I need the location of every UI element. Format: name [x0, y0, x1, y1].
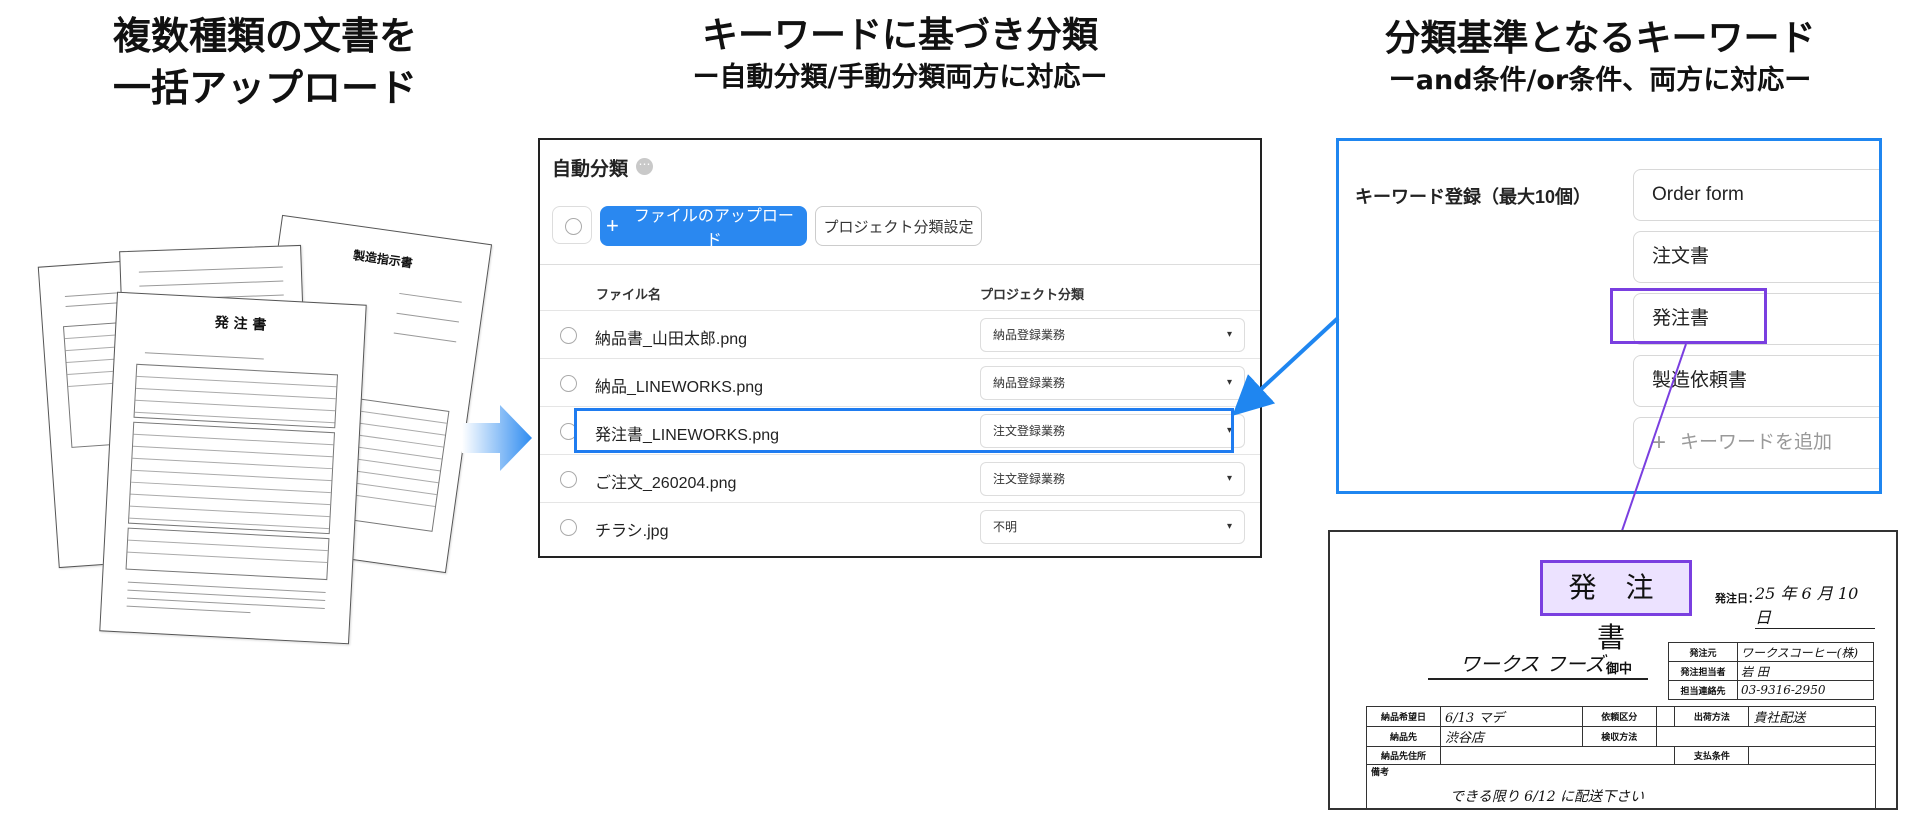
- table-row[interactable]: チラシ.jpg 不明 ▾: [540, 502, 1260, 551]
- order-form-document: 発 注 書 発注日： 25 年 6 月 10 日 ワークス フーズ 御中 発注元…: [1328, 530, 1898, 810]
- keyword-field[interactable]: 製造依頼書: [1633, 355, 1879, 407]
- remarks-value: できる限り 6/12 に配送下さい: [1450, 789, 1645, 805]
- table-row[interactable]: 納品_LINEWORKS.png 納品登録業務 ▾: [540, 358, 1260, 407]
- cell-value: [1655, 726, 1877, 747]
- file-name: ご注文_260204.png: [595, 475, 737, 492]
- keyword-registration-panel: キーワード登録（最大10個） Order form 注文書 発注書 製造依頼書 …: [1336, 138, 1882, 494]
- cell-value: [1748, 746, 1876, 765]
- cell-label: 納品先住所: [1366, 746, 1441, 765]
- table-row[interactable]: ご注文_260204.png 注文登録業務 ▾: [540, 454, 1260, 503]
- divider: [540, 264, 1260, 265]
- cell-value: 03-9316-2950: [1737, 680, 1874, 700]
- plus-icon: +: [1652, 429, 1667, 456]
- right-arrow-icon: [462, 405, 532, 471]
- chevron-down-icon: ▾: [1226, 473, 1232, 484]
- file-name: 納品書_山田太郎.png: [595, 331, 748, 348]
- auto-classification-panel: 自動分類 ⋯ + ファイルのアップロード プロジェクト分類設定 ファイル名 プロ…: [538, 138, 1262, 558]
- chevron-down-icon: ▾: [1226, 521, 1232, 532]
- cell-label: 備考: [1371, 768, 1390, 778]
- project-select[interactable]: 不明 ▾: [980, 510, 1245, 544]
- highlighted-keyword-outline: [1610, 288, 1767, 344]
- add-keyword-placeholder: キーワードを追加: [1680, 432, 1833, 453]
- select-all-checkbox[interactable]: [552, 206, 592, 244]
- order-date-label: 発注日：: [1715, 592, 1759, 605]
- heading-keyword-classification: キーワードに基づき分類 ー自動分類/手動分類両方に対応ー: [600, 12, 1200, 96]
- cell-value: [1439, 746, 1676, 765]
- heading-keyword-criteria: 分類基準となるキーワード ーand条件/or条件、両方に対応ー: [1340, 15, 1860, 99]
- keyword-field[interactable]: Order form: [1633, 169, 1879, 221]
- table-row: 発注元 ワークスコーヒー(株): [1668, 642, 1874, 662]
- heading-line2: 一括アップロード: [112, 66, 417, 110]
- table-row: 納品先住所 支払条件: [1366, 746, 1876, 765]
- file-name: チラシ.jpg: [595, 523, 669, 540]
- project-select[interactable]: 納品登録業務 ▾: [980, 318, 1245, 352]
- heading-line2: ーand条件/or条件、両方に対応ー: [1388, 65, 1812, 96]
- row-checkbox[interactable]: [560, 471, 577, 488]
- cell-label: 検収方法: [1581, 726, 1657, 747]
- heading-line1: 分類基準となるキーワード: [1384, 18, 1816, 59]
- row-checkbox[interactable]: [560, 375, 577, 392]
- cell-label: 納品希望日: [1366, 706, 1441, 727]
- heading-bulk-upload: 複数種類の文書を 一括アップロード: [40, 10, 490, 114]
- heading-line1: 複数種類の文書を: [112, 14, 417, 58]
- plus-icon: +: [606, 213, 619, 238]
- table-row: 納品希望日 6/13 マデ 依頼区分 出荷方法 貴社配送: [1366, 706, 1876, 727]
- order-date-value: 25 年 6 月 10 日: [1755, 580, 1875, 629]
- upload-file-button[interactable]: + ファイルのアップロード: [600, 206, 807, 249]
- table-row: 発注担当者岩 田: [1668, 661, 1874, 681]
- table-row: 納品先 渋谷店 検収方法: [1366, 726, 1877, 747]
- project-select[interactable]: 納品登録業務 ▾: [980, 366, 1245, 400]
- cell-value: 岩 田: [1737, 661, 1874, 681]
- cell-label: 担当連絡先: [1668, 680, 1738, 700]
- cell-label: 出荷方法: [1674, 706, 1750, 727]
- order-form-title: 発 注 書: [1540, 560, 1692, 654]
- upload-button-label: ファイルのアップロード: [633, 208, 794, 249]
- heading-line1: キーワードに基づき分類: [701, 15, 1098, 56]
- add-keyword-button[interactable]: + キーワードを追加: [1633, 417, 1879, 469]
- cell-value: 貴社配送: [1748, 706, 1876, 727]
- cell-label: 発注元: [1668, 642, 1738, 662]
- more-icon[interactable]: ⋯: [636, 158, 653, 175]
- file-name: 納品_LINEWORKS.png: [595, 379, 764, 396]
- keyword-field[interactable]: 注文書: [1633, 231, 1879, 283]
- select-value: 不明: [993, 520, 1018, 534]
- circle-icon: [565, 218, 582, 235]
- cell-value: 渋谷店: [1440, 726, 1583, 747]
- keyword-registration-label: キーワード登録（最大10個）: [1355, 187, 1592, 207]
- table-row[interactable]: 納品書_山田太郎.png 納品登録業務 ▾: [540, 310, 1260, 359]
- cell-label: 支払条件: [1674, 746, 1750, 765]
- cell-value: [1655, 706, 1676, 727]
- document-front-order: 発 注 書: [99, 291, 367, 645]
- customer-name: ワークス フーズ: [1460, 652, 1605, 676]
- cell-label: 依頼区分: [1581, 706, 1657, 727]
- issuer-table: 発注元 ワークスコーヒー(株) 発注担当者岩 田 担当連絡先 03-9316-295…: [1668, 642, 1874, 700]
- panel-title: 自動分類: [552, 159, 629, 180]
- select-value: 納品登録業務: [993, 328, 1066, 342]
- column-header-file-name: ファイル名: [596, 287, 662, 302]
- document-title: 発 注 書: [214, 314, 267, 334]
- select-value: 納品登録業務: [993, 376, 1066, 390]
- project-select[interactable]: 注文登録業務 ▾: [980, 462, 1245, 496]
- table-row: 担当連絡先 03-9316-2950: [1668, 680, 1874, 700]
- project-classification-settings-button[interactable]: プロジェクト分類設定: [815, 206, 982, 246]
- cell-value: ワークスコーヒー(株): [1737, 642, 1874, 662]
- divider: [1428, 678, 1648, 680]
- select-value: 注文登録業務: [993, 472, 1066, 486]
- row-checkbox[interactable]: [560, 519, 577, 536]
- chevron-down-icon: ▾: [1226, 377, 1232, 388]
- highlighted-row-outline: [574, 408, 1234, 453]
- column-header-project: プロジェクト分類: [980, 287, 1085, 302]
- cell-value: 6/13 マデ: [1440, 706, 1583, 727]
- chevron-down-icon: ▾: [1226, 329, 1232, 340]
- heading-line2: ー自動分類/手動分類両方に対応ー: [692, 62, 1108, 93]
- honorific: 御中: [1606, 662, 1633, 677]
- cell-label: 納品先: [1366, 726, 1441, 747]
- cell-label: 発注担当者: [1668, 661, 1738, 681]
- row-checkbox[interactable]: [560, 327, 577, 344]
- document-title: 製造指示書: [352, 248, 414, 271]
